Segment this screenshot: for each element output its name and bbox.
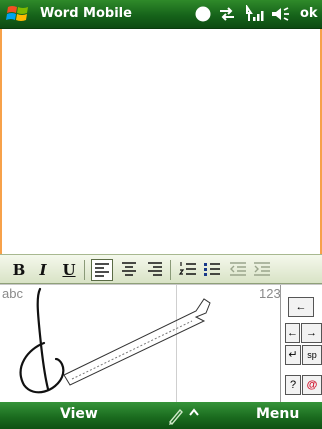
align-center-icon <box>122 262 136 276</box>
decrease-indent-icon <box>230 262 246 276</box>
document-editor[interactable] <box>0 29 322 254</box>
space-key[interactable]: sp <box>302 345 322 365</box>
align-right-icon <box>148 262 162 276</box>
toolbar-divider <box>170 260 171 280</box>
increase-indent-icon <box>254 262 270 276</box>
handwriting-input-panel[interactable]: abc 123 ← ← → ↵ sp ? @ <box>0 284 322 403</box>
numbered-list-button[interactable] <box>177 259 199 281</box>
ok-button[interactable]: ok <box>300 6 318 21</box>
right-arrow-key[interactable]: → <box>301 323 322 343</box>
bullet-list-icon <box>204 263 220 276</box>
handwritten-stroke <box>19 287 211 394</box>
connectivity-icon[interactable] <box>218 5 236 23</box>
bullet-list-button[interactable] <box>201 259 223 281</box>
soft-key-bar: View Menu <box>0 402 322 429</box>
underline-button[interactable]: U <box>58 259 80 281</box>
windows-start-icon[interactable] <box>6 3 30 25</box>
status-circle-icon[interactable] <box>194 5 212 23</box>
volume-icon[interactable] <box>270 5 292 23</box>
keypad-divider <box>280 285 281 403</box>
signal-icon[interactable] <box>244 5 264 23</box>
enter-key[interactable]: ↵ <box>285 345 301 365</box>
left-arrow-key[interactable]: ← <box>285 323 300 343</box>
view-softkey[interactable]: View <box>60 406 98 422</box>
align-center-button[interactable] <box>118 259 140 281</box>
format-toolbar: B I U <box>0 254 322 284</box>
increase-indent-button[interactable] <box>251 259 273 281</box>
align-left-icon <box>95 263 109 277</box>
align-left-button[interactable] <box>91 259 113 281</box>
at-key[interactable]: @ <box>302 375 322 395</box>
toolbar-divider <box>84 260 85 280</box>
decrease-indent-button[interactable] <box>227 259 249 281</box>
align-right-button[interactable] <box>144 259 166 281</box>
bold-button[interactable]: B <box>8 259 30 281</box>
title-bar: Word Mobile ok <box>0 0 322 29</box>
input-method-pen-icon[interactable] <box>166 404 206 426</box>
numbered-list-icon <box>178 262 196 275</box>
app-title: Word Mobile <box>40 6 132 21</box>
italic-button[interactable]: I <box>32 259 54 281</box>
backspace-key[interactable]: ← <box>288 297 314 317</box>
menu-softkey[interactable]: Menu <box>256 406 299 422</box>
help-key[interactable]: ? <box>285 375 301 395</box>
